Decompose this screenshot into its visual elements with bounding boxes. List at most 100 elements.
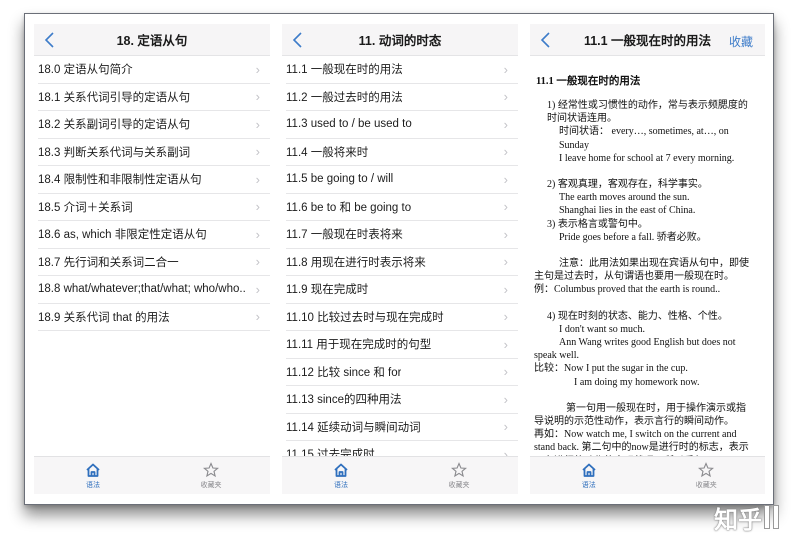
tab-label: 收藏夹 — [200, 482, 222, 489]
chevron-right-icon: › — [503, 144, 508, 160]
chevron-left-icon — [540, 32, 550, 48]
list-item[interactable]: 11.9 现在完成时 › — [286, 276, 518, 304]
text-line: I am doing my homework now. — [574, 376, 700, 388]
chevron-right-icon: › — [503, 254, 508, 270]
chevron-right-icon: › — [255, 309, 260, 325]
list-item[interactable]: 11.2 一般过去时的用法 › — [286, 84, 518, 111]
chevron-right-icon: › — [503, 309, 508, 325]
list-item[interactable]: 11.1 一般现在时的用法 › — [286, 56, 518, 84]
list-item[interactable]: 11.13 since的四种用法 › — [286, 386, 518, 414]
watermark-text: 知乎 — [714, 506, 762, 534]
tab-label: 语法 — [86, 482, 100, 489]
tab-favorites[interactable]: 收藏夹 — [648, 457, 766, 494]
list-item-label: 18.5 介词＋关系词 — [38, 201, 133, 214]
star-icon — [203, 462, 219, 478]
list-item[interactable]: 11.3 used to / be used to › — [286, 111, 518, 139]
chevron-right-icon: › — [503, 89, 508, 105]
chevron-right-icon: › — [255, 254, 260, 270]
list-item-label: 11.14 延续动词与瞬间动词 — [286, 421, 421, 434]
tab-label: 收藏夹 — [695, 482, 717, 489]
list-item[interactable]: 11.5 be going to / will › — [286, 166, 518, 194]
text-line: Ann Wang writes good English but does no… — [534, 337, 736, 362]
text-line: 再如：Now watch me, I switch on the current… — [534, 429, 749, 456]
back-button[interactable] — [538, 30, 554, 50]
list-item[interactable]: 18.0 定语从句简介 › — [38, 56, 270, 84]
list-item-label: 11.6 be to 和 be going to — [286, 201, 412, 214]
screen-simple-present-detail: 11.1 一般现在时的用法 收藏 11.1 一般现在时的用法 1) 经常性或习惯… — [530, 24, 765, 494]
navigation-bar: 11. 动词的时态 — [282, 24, 518, 56]
text-line: I leave home for school at 7 every morni… — [559, 152, 735, 164]
text-line: The earth moves around the sun. — [559, 192, 690, 204]
chevron-left-icon — [44, 32, 54, 48]
text-line: Shanghai lies in the east of China. — [559, 205, 696, 217]
list-item-label: 18.6 as, which 非限定性定语从句 — [38, 229, 207, 242]
chevron-right-icon: › — [503, 199, 508, 215]
list-item[interactable]: 18.6 as, which 非限定性定语从句 › — [38, 221, 270, 249]
tab-grammar[interactable]: 语法 — [282, 457, 400, 494]
list-item-label: 11.2 一般过去时的用法 — [286, 91, 403, 104]
star-icon — [698, 462, 715, 478]
list-item-label: 11.3 used to / be used to — [286, 118, 412, 131]
list-item-label: 18.3 判断关系代词与关系副词 — [38, 146, 191, 159]
list-item-label: 18.4 限制性和非限制性定语从句 — [38, 174, 202, 187]
chevron-right-icon: › — [503, 171, 508, 187]
list-item-label: 18.1 关系代词引导的定语从句 — [38, 91, 191, 104]
list-item[interactable]: 11.4 一般将来时 › — [286, 139, 518, 166]
tab-label: 语法 — [581, 482, 596, 489]
chevron-right-icon: › — [503, 116, 508, 132]
text-line: 时间状语： every…, sometimes, at…, on Sunday — [559, 126, 729, 151]
list-item[interactable]: 11.7 一般现在时表将来 › — [286, 221, 518, 249]
favorite-button[interactable]: 收藏 — [729, 33, 753, 50]
list-item-label: 18.8 what/whatever;that/what; who/who... — [38, 283, 246, 296]
list-item-label: 18.7 先行词和关系词二合一 — [38, 256, 179, 269]
navigation-bar: 18. 定语从句 — [34, 24, 270, 56]
list-item-label: 18.2 关系副词引导的定语从句 — [38, 119, 191, 132]
list-item[interactable]: 18.8 what/whatever;that/what; who/who...… — [38, 276, 270, 304]
house-icon — [334, 463, 348, 477]
list-item[interactable]: 18.7 先行词和关系词二合一 › — [38, 249, 270, 276]
tab-favorites[interactable]: 收藏夹 — [400, 457, 518, 494]
list-item[interactable]: 11.12 比较 since 和 for › — [286, 359, 518, 386]
list-item[interactable]: 11.14 延续动词与瞬间动词 › — [286, 414, 518, 441]
list-item[interactable]: 18.2 关系副词引导的定语从句 › — [38, 111, 270, 139]
chevron-right-icon: › — [255, 61, 260, 77]
chevron-left-icon — [292, 32, 302, 48]
text-line: 注意：此用法如果出现在宾语从句中，即使主句是过去时，从句谓语也要用一般现在时。 — [534, 258, 749, 283]
list-item[interactable]: 11.10 比较过去时与现在完成时 › — [286, 304, 518, 331]
tab-bar: 语法 收藏夹 — [530, 456, 765, 494]
back-button[interactable] — [42, 30, 58, 50]
list-item-label: 11.13 since的四种用法 — [286, 394, 402, 407]
section-list: 11.1 一般现在时的用法 › 11.2 一般过去时的用法 › 11.3 used … — [282, 56, 518, 469]
list-item[interactable]: 18.5 介词＋关系词 › — [38, 194, 270, 221]
list-item-label: 11.1 一般现在时的用法 — [286, 64, 403, 77]
tab-label: 语法 — [334, 482, 348, 489]
tab-favorites[interactable]: 收藏夹 — [152, 457, 270, 494]
text-line: 4) 现在时刻的状态、能力、性格、个性。 — [547, 310, 728, 322]
list-item[interactable]: 18.4 限制性和非限制性定语从句 › — [38, 166, 270, 194]
list-item-label: 18.9 关系代词 that 的用法 — [38, 311, 170, 324]
page-title: 18. 定语从句 — [116, 34, 188, 48]
text-line: Pride goes before a fall. 骄者必败。 — [559, 231, 707, 243]
list-item[interactable]: 18.1 关系代词引导的定语从句 › — [38, 84, 270, 111]
tab-grammar[interactable]: 语法 — [530, 457, 648, 494]
house-icon — [86, 463, 100, 477]
list-item[interactable]: 11.6 be to 和 be going to › — [286, 194, 518, 221]
chevron-right-icon: › — [503, 336, 508, 352]
back-button[interactable] — [290, 30, 306, 50]
list-item-label: 11.4 一般将来时 — [286, 146, 369, 159]
article-body: 1) 经常性或习惯性的动作，常与表示频腮度的时间状语连用。 时间状语： ever… — [534, 99, 753, 456]
list-item[interactable]: 18.9 关系代词 that 的用法 › — [38, 304, 270, 331]
text-line: 第一句用一般现在时，用于操作演示或指导说明的示范性动作，表示言行的瞬间动作。 — [534, 402, 746, 428]
list-item[interactable]: 11.11 用于现在完成时的句型 › — [286, 331, 518, 359]
list-item[interactable]: 18.3 判断关系代词与关系副词 › — [38, 139, 270, 166]
chevron-right-icon: › — [255, 199, 260, 215]
list-item[interactable]: 11.8 用现在进行时表示将来 › — [286, 249, 518, 276]
chevron-right-icon: › — [255, 89, 260, 105]
chevron-right-icon: › — [503, 391, 508, 407]
screen-verb-tenses: 11. 动词的时态 11.1 一般现在时的用法 › 11.2 一般过去时的用法 › … — [282, 24, 518, 494]
tab-grammar[interactable]: 语法 — [34, 457, 152, 494]
chevron-right-icon: › — [503, 61, 508, 77]
chapter-list: 18.0 定语从句简介 › 18.1 关系代词引导的定语从句 › 18.2 关系副词… — [34, 56, 270, 331]
article-heading: 11.1 一般现在时的用法 — [536, 76, 641, 87]
tab-label: 收藏夹 — [448, 482, 470, 489]
